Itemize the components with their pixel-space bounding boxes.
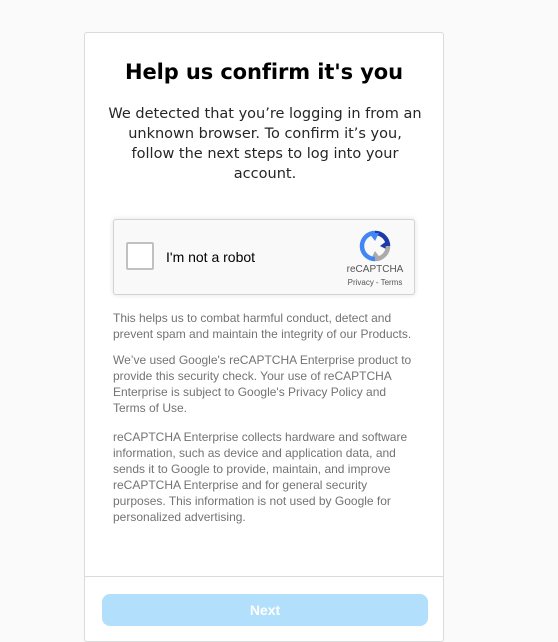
info-paragraph-recaptcha-usage: We’ve used Google's reCAPTCHA Enterprise… <box>113 353 412 415</box>
footer-divider <box>85 576 443 577</box>
page-title: Help us confirm it's you <box>125 60 403 84</box>
page-subtitle: We detected that you’re logging in from … <box>108 106 422 182</box>
recaptcha-privacy-link[interactable]: Privacy <box>348 278 374 287</box>
next-button[interactable]: Next <box>102 594 428 626</box>
recaptcha-checkbox-label[interactable]: I'm not a robot <box>166 249 255 265</box>
info-paragraph-purpose: This helps us to combat harmful conduct,… <box>113 311 412 341</box>
recaptcha-logo-icon <box>359 230 391 262</box>
recaptcha-links: Privacy - Terms <box>346 278 404 287</box>
recaptcha-branding: reCAPTCHA Privacy - Terms <box>346 230 404 287</box>
recaptcha-terms-link[interactable]: Terms <box>381 278 403 287</box>
recaptcha-link-separator: - <box>375 278 379 287</box>
recaptcha-brand-text: reCAPTCHA <box>346 264 404 275</box>
info-paragraph-data-collection: reCAPTCHA Enterprise collects hardware a… <box>113 430 408 524</box>
recaptcha-checkbox[interactable] <box>126 242 154 270</box>
confirm-identity-card: Help us confirm it's you We detected tha… <box>84 32 444 642</box>
recaptcha-widget: I'm not a robot reCAPTCHA Privacy - Terms <box>113 219 415 295</box>
